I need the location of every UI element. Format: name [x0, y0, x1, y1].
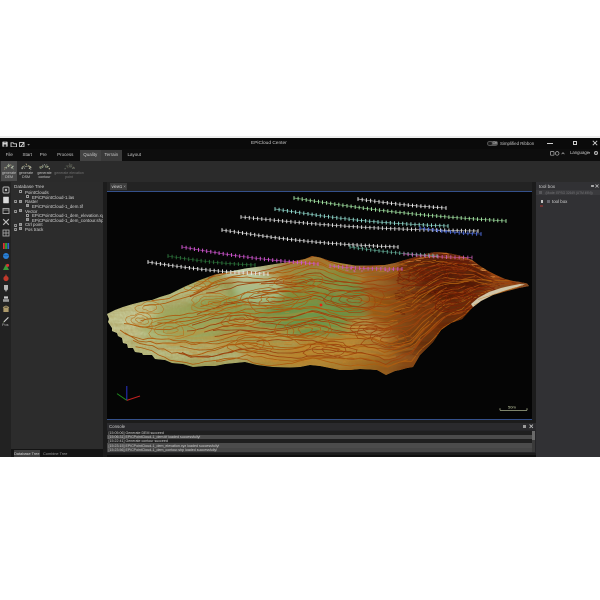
- svg-text:50m: 50m: [508, 405, 516, 410]
